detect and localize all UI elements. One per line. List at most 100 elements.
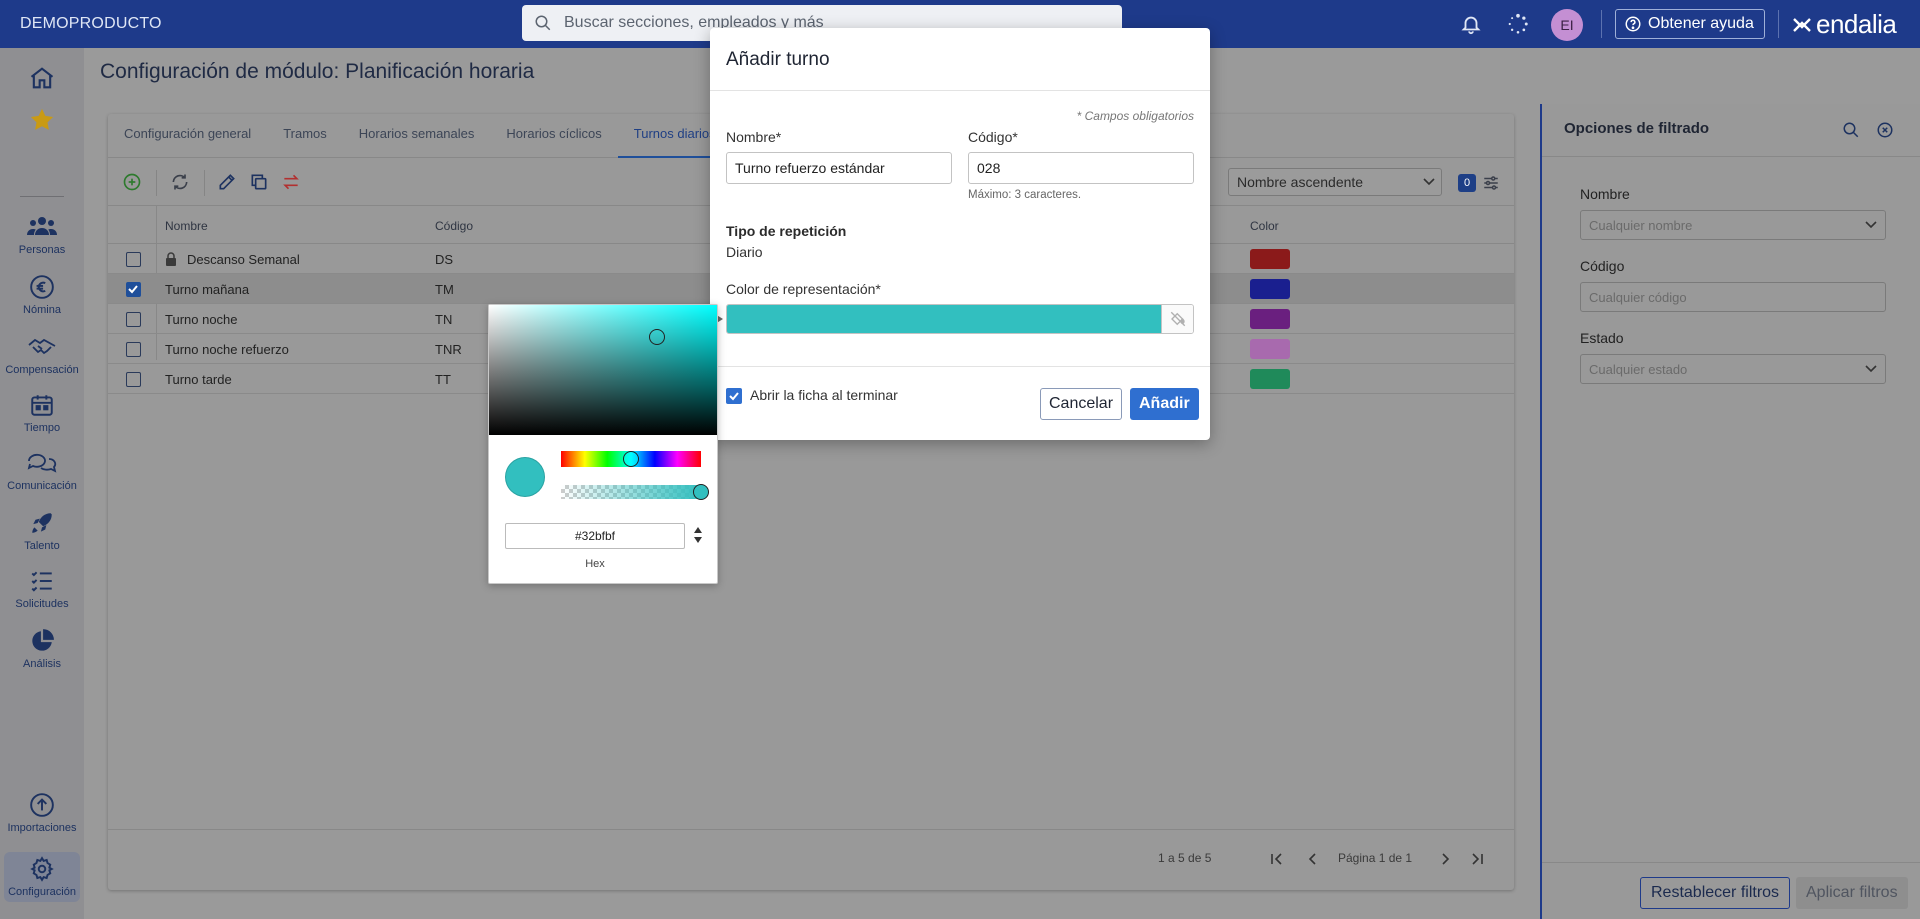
question-circle-icon xyxy=(1625,16,1641,32)
edit-icon[interactable] xyxy=(217,172,237,192)
column-header-code[interactable]: Código xyxy=(435,219,473,233)
loading-spinner-icon xyxy=(1507,13,1529,38)
nav-compensacion[interactable]: Compensación xyxy=(0,334,84,376)
color-preview-circle xyxy=(505,457,545,497)
pager-info: 1 a 5 de 5 xyxy=(1158,851,1212,865)
nav-importaciones[interactable]: Importaciones xyxy=(0,792,84,834)
row-code: TT xyxy=(435,372,451,387)
reset-filters-button[interactable]: Restablecer filtros xyxy=(1640,877,1791,909)
notifications-bell-icon[interactable] xyxy=(1460,13,1482,38)
company-name[interactable]: DEMOPRODUCTO xyxy=(20,15,162,33)
nav-label: Tiempo xyxy=(23,422,61,434)
row-code: DS xyxy=(435,252,454,267)
active-filters-badge: 0 xyxy=(1458,174,1476,192)
topbar-divider xyxy=(1778,10,1779,38)
row-checkbox[interactable] xyxy=(126,312,141,327)
column-header-name[interactable]: Nombre xyxy=(165,219,208,233)
cancel-button[interactable]: Cancelar xyxy=(1040,388,1123,420)
nav-configuracion[interactable]: Configuración xyxy=(4,852,80,902)
first-page-icon[interactable] xyxy=(1270,852,1284,866)
swap-arrows-icon[interactable] xyxy=(281,172,301,192)
nav-comunicacion[interactable]: Comunicación xyxy=(0,450,84,492)
previous-page-icon[interactable] xyxy=(1306,852,1320,866)
endalia-logo-icon xyxy=(1793,17,1811,32)
sort-value: Nombre ascendente xyxy=(1237,174,1364,190)
star-icon xyxy=(30,108,54,130)
nav-nomina[interactable]: Nómina xyxy=(0,274,84,316)
sort-select[interactable]: Nombre ascendente xyxy=(1228,168,1442,196)
user-avatar[interactable]: EI xyxy=(1551,9,1583,41)
nav-label: Importaciones xyxy=(7,822,77,834)
pagination: 1 a 5 de 5 Página 1 de 1 xyxy=(108,829,1514,889)
saturation-area[interactable] xyxy=(489,305,717,435)
apply-filters-button[interactable]: Aplicar filtros xyxy=(1796,877,1908,909)
dialog-title: Añadir turno xyxy=(726,49,830,70)
color-input[interactable] xyxy=(726,304,1194,334)
nav-label: Solicitudes xyxy=(15,598,69,610)
checkmark-icon xyxy=(128,285,138,294)
search-icon xyxy=(535,15,551,31)
last-page-icon[interactable] xyxy=(1470,852,1484,866)
tab-horarios-ciclicos[interactable]: Horarios cíclicos xyxy=(490,114,617,158)
column-header-color[interactable]: Color xyxy=(1250,219,1279,233)
gear-icon xyxy=(30,856,54,882)
row-checkbox[interactable] xyxy=(126,252,141,267)
filter-code-input[interactable]: Cualquier código xyxy=(1580,282,1886,312)
add-button[interactable]: Añadir xyxy=(1130,388,1199,420)
tab-general[interactable]: Configuración general xyxy=(108,114,267,158)
next-page-icon[interactable] xyxy=(1438,852,1452,866)
topbar-divider xyxy=(1601,10,1602,38)
nav-home[interactable] xyxy=(0,64,84,96)
nav-tiempo[interactable]: Tiempo xyxy=(0,392,84,434)
row-checkbox[interactable] xyxy=(126,282,141,297)
filter-name-label: Nombre xyxy=(1580,186,1630,202)
color-picker: #32bfbf Hex xyxy=(488,304,718,584)
pie-chart-icon xyxy=(32,629,54,651)
copy-icon[interactable] xyxy=(249,172,269,192)
hue-slider[interactable] xyxy=(561,451,701,467)
search-icon[interactable] xyxy=(1842,121,1860,139)
nav-personas[interactable]: Personas xyxy=(0,214,84,256)
filter-name-select[interactable]: Cualquier nombre xyxy=(1580,210,1886,240)
row-color-swatch xyxy=(1250,279,1290,299)
row-color-swatch xyxy=(1250,309,1290,329)
refresh-icon[interactable] xyxy=(170,172,190,192)
alpha-handle[interactable] xyxy=(693,484,709,500)
chat-bubbles-icon xyxy=(27,453,57,473)
code-input[interactable]: 028 xyxy=(968,152,1194,184)
close-circle-icon[interactable] xyxy=(1876,121,1894,139)
hue-handle[interactable] xyxy=(623,451,639,467)
filter-state-select[interactable]: Cualquier estado xyxy=(1580,354,1886,384)
open-after-checkbox[interactable] xyxy=(726,388,742,404)
code-label: Código* xyxy=(968,129,1018,145)
help-button[interactable]: Obtener ayuda xyxy=(1615,9,1765,39)
row-color-swatch xyxy=(1250,339,1290,359)
alpha-slider[interactable] xyxy=(561,484,709,500)
tab-tramos[interactable]: Tramos xyxy=(267,114,343,158)
tab-horarios-semanales[interactable]: Horarios semanales xyxy=(343,114,491,158)
nav-talento[interactable]: Talento xyxy=(0,510,84,552)
nav-solicitudes[interactable]: Solicitudes xyxy=(0,568,84,610)
paint-bucket-icon[interactable] xyxy=(1161,305,1193,333)
row-code: TN xyxy=(435,312,453,327)
page-title: Configuración de módulo: Planificación h… xyxy=(100,60,535,83)
panel-divider xyxy=(1542,156,1920,157)
row-checkbox[interactable] xyxy=(126,342,141,357)
name-input[interactable]: Turno refuerzo estándar xyxy=(726,152,952,184)
add-circle-icon[interactable] xyxy=(122,172,142,192)
hex-input[interactable]: #32bfbf xyxy=(505,523,685,549)
chevron-down-icon xyxy=(1423,178,1435,186)
open-after-label[interactable]: Abrir la ficha al terminar xyxy=(750,387,898,403)
saturation-handle[interactable] xyxy=(649,329,665,345)
calendar-icon xyxy=(31,395,53,416)
nav-analisis[interactable]: Análisis xyxy=(0,628,84,670)
filter-sliders-icon[interactable] xyxy=(1482,174,1500,192)
row-name: Turno mañana xyxy=(165,282,250,297)
row-checkbox[interactable] xyxy=(126,372,141,387)
lock-icon xyxy=(166,252,176,266)
euro-icon xyxy=(30,275,54,299)
endalia-logo: endalia xyxy=(1790,9,1897,40)
nav-favorites[interactable] xyxy=(0,106,84,138)
format-toggle-icon[interactable] xyxy=(693,526,703,544)
color-label: Color de representación* xyxy=(726,281,881,297)
